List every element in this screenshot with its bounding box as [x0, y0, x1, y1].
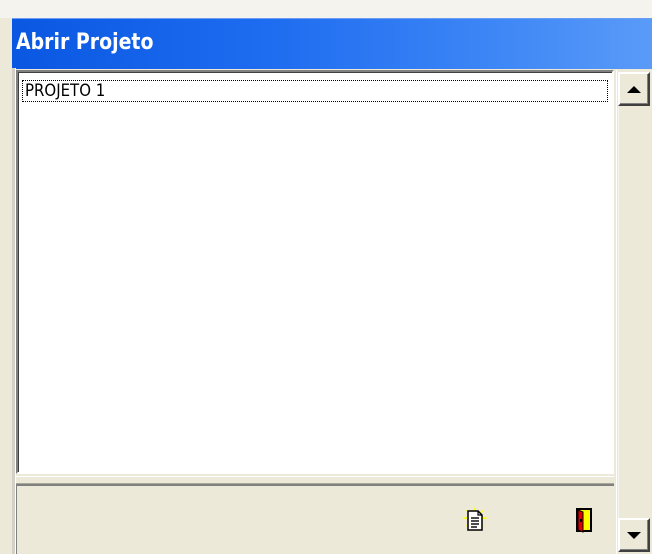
button-panel [16, 486, 614, 554]
arrow-down-icon [627, 531, 641, 539]
separator [16, 476, 614, 484]
title-bar[interactable]: Abrir Projeto [12, 18, 652, 69]
scroll-up-button[interactable] [618, 72, 650, 106]
list-item-project-1[interactable]: PROJETO 1 [22, 80, 608, 102]
project-listbox[interactable]: PROJETO 1 [16, 70, 614, 474]
arrow-up-icon [627, 85, 641, 93]
window-title: Abrir Projeto [16, 30, 154, 55]
window-top-edge [0, 0, 652, 18]
scroll-down-button[interactable] [618, 518, 650, 552]
new-project-button[interactable] [459, 506, 491, 538]
open-project-window: Abrir Projeto PROJETO 1 [0, 0, 652, 554]
scroll-track[interactable] [618, 106, 651, 518]
new-document-icon [460, 505, 490, 539]
vertical-scrollbar[interactable] [616, 70, 652, 554]
exit-door-icon [568, 505, 598, 539]
list-item-label: PROJETO 1 [25, 81, 106, 101]
exit-button[interactable] [567, 506, 599, 538]
